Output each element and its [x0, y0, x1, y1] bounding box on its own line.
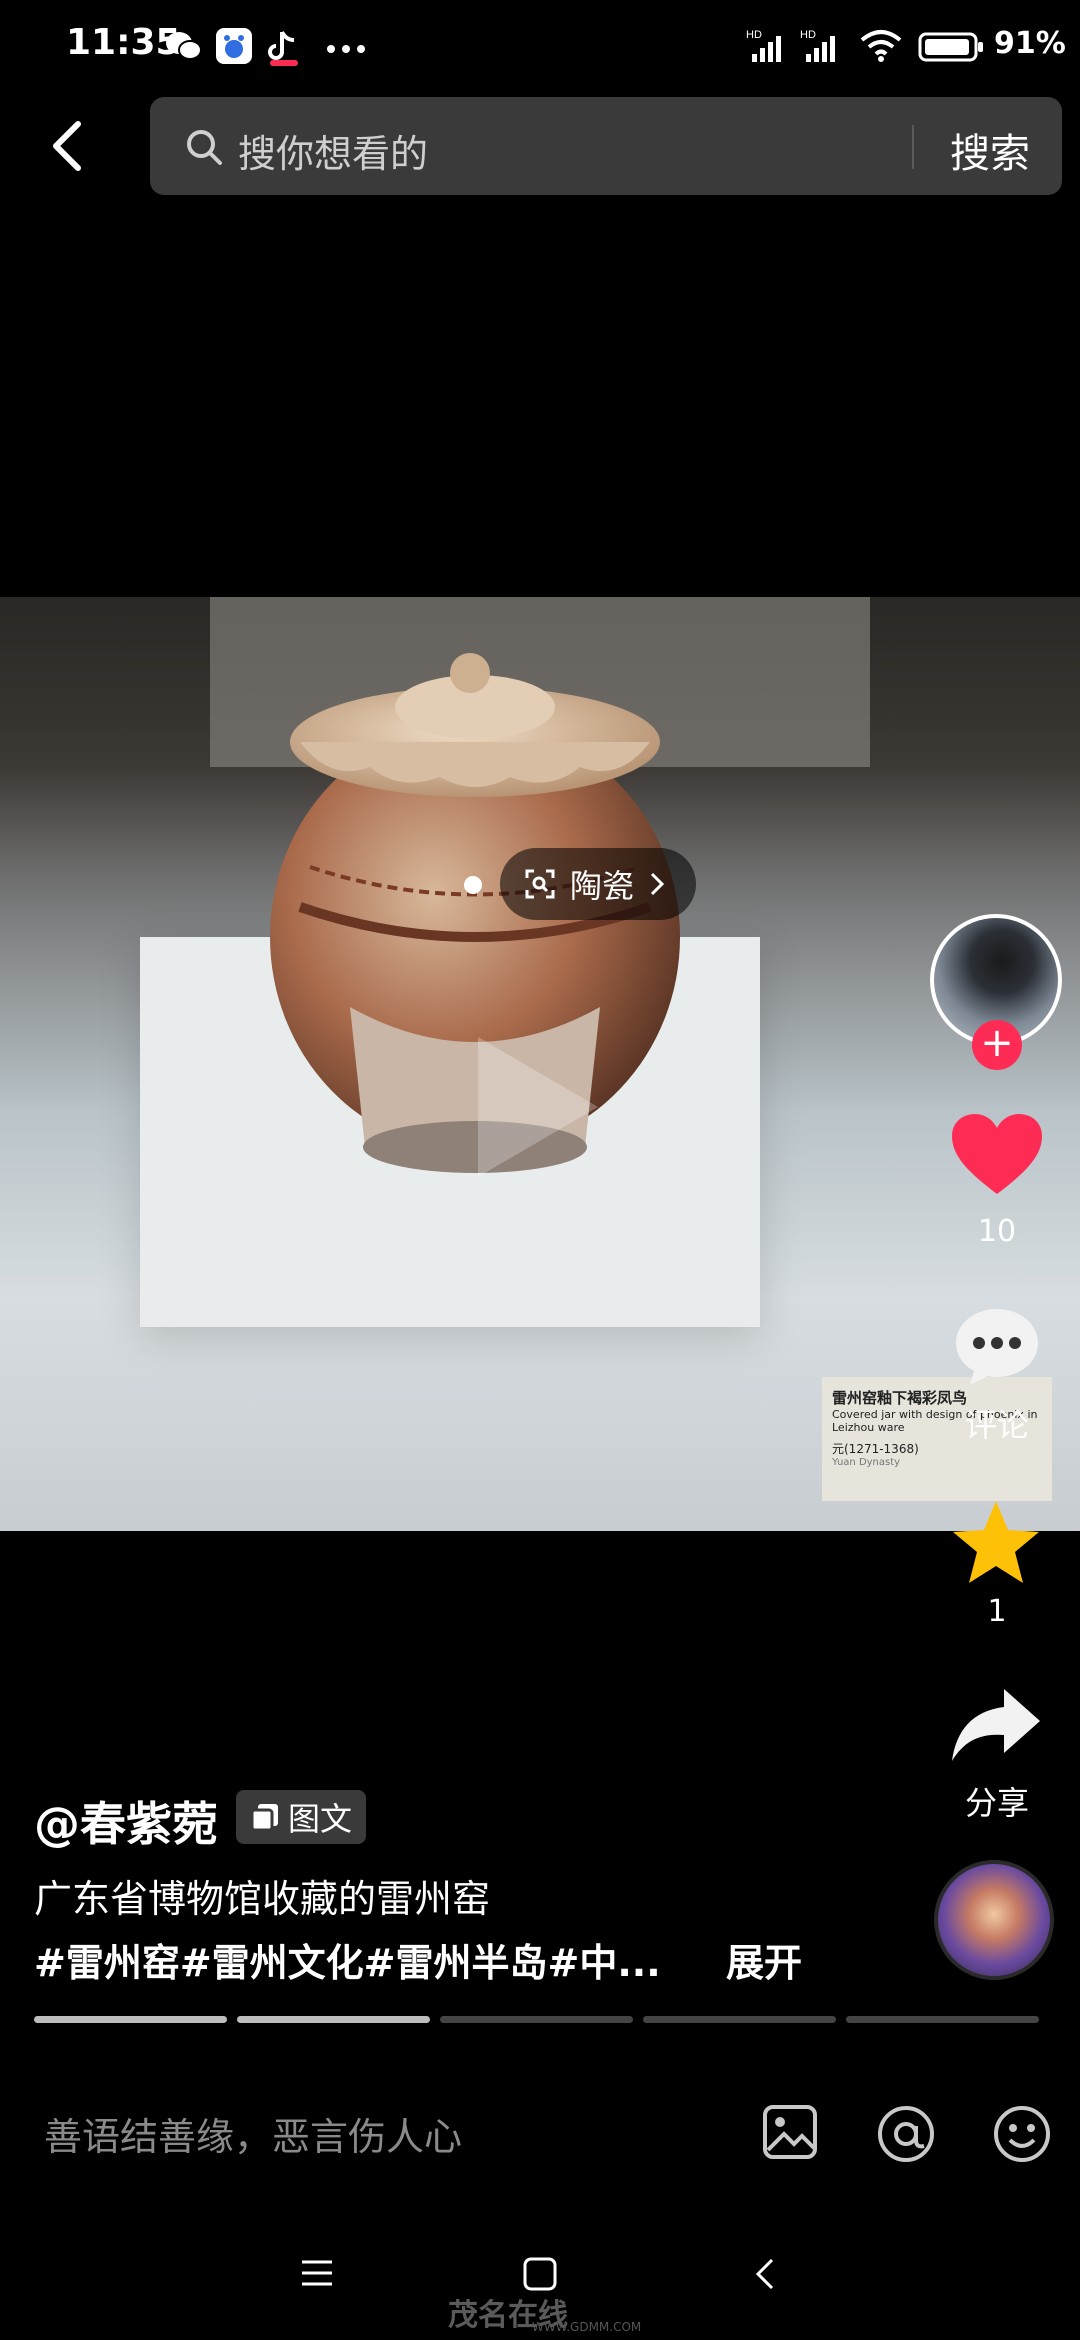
- emoji-icon[interactable]: [992, 2104, 1052, 2164]
- expand-button[interactable]: 展开: [726, 1932, 802, 1987]
- wifi-icon: [860, 30, 902, 62]
- scan-icon: [525, 869, 555, 899]
- comment-label: 评论: [964, 1406, 1029, 1444]
- search-button[interactable]: 搜索: [950, 121, 1030, 179]
- back-arrow-icon[interactable]: [40, 110, 100, 180]
- favorite-count: 1: [987, 1594, 1007, 1629]
- more-icon: [327, 45, 365, 53]
- divider: [912, 125, 914, 169]
- post-description: 广东省博物馆收藏的雷州窑: [34, 1877, 491, 1921]
- like-count: 10: [977, 1214, 1017, 1249]
- post-hashtags[interactable]: #雷州窑#雷州文化#雷州半岛#中...: [34, 1932, 661, 1987]
- progress-segment: [34, 2016, 227, 2023]
- music-disc-avatar[interactable]: [934, 1860, 1054, 1980]
- hd-signal-icon: HD: [800, 29, 835, 62]
- search-placeholder: 搜你想看的: [238, 132, 429, 176]
- post-type-badge: 图文: [236, 1790, 367, 1844]
- image-text-icon: [250, 1804, 278, 1832]
- status-bar: 11:35 HD HD 91%: [0, 0, 1080, 96]
- battery-percent: 91%: [994, 26, 1066, 61]
- comment-icon[interactable]: [952, 1305, 1042, 1389]
- progress-segment: [237, 2016, 430, 2023]
- post-type-label: 图文: [288, 1800, 353, 1838]
- star-icon[interactable]: [950, 1498, 1042, 1586]
- object-tag-pill[interactable]: 陶瓷: [500, 848, 697, 920]
- post-photo[interactable]: 雷州窑釉下褐彩凤鸟 Covered jar with design of pho…: [0, 597, 1080, 1531]
- at-mention-icon[interactable]: [876, 2104, 936, 2164]
- chevron-right-icon: [650, 872, 665, 896]
- search-icon: [187, 130, 222, 165]
- heart-icon[interactable]: [950, 1112, 1044, 1198]
- hd-signal-icon: HD: [746, 29, 781, 62]
- wechat-icon: [166, 32, 202, 60]
- follow-button[interactable]: +: [972, 1020, 1022, 1070]
- author-name[interactable]: @春紫菀: [34, 1788, 218, 1854]
- back-nav-icon[interactable]: [752, 2256, 778, 2292]
- image-icon[interactable]: [762, 2104, 818, 2160]
- search-input[interactable]: 搜你想看的 搜索: [150, 97, 1062, 195]
- comment-input[interactable]: 善语结善缘，恶言伤人心: [44, 2106, 462, 2161]
- progress-segment: [643, 2016, 836, 2023]
- progress-segment: [440, 2016, 633, 2023]
- tiktok-icon: [268, 31, 298, 66]
- progress-segment: [846, 2016, 1039, 2023]
- menu-icon[interactable]: [300, 2256, 334, 2290]
- play-icon: [478, 1037, 598, 1177]
- watermark-url: WWW.GDMM.COM: [532, 2320, 642, 2334]
- svg-text:HD: HD: [800, 29, 816, 41]
- battery-icon: [918, 32, 983, 62]
- tag-dot: [464, 876, 482, 894]
- object-tag-label: 陶瓷: [570, 867, 635, 905]
- svg-text:HD: HD: [746, 29, 762, 41]
- share-arrow-icon[interactable]: [950, 1685, 1042, 1765]
- label-footer: Yuan Dynasty: [832, 1457, 901, 1468]
- home-icon[interactable]: [522, 2256, 558, 2292]
- baidu-icon: [216, 28, 252, 64]
- share-label: 分享: [964, 1784, 1029, 1822]
